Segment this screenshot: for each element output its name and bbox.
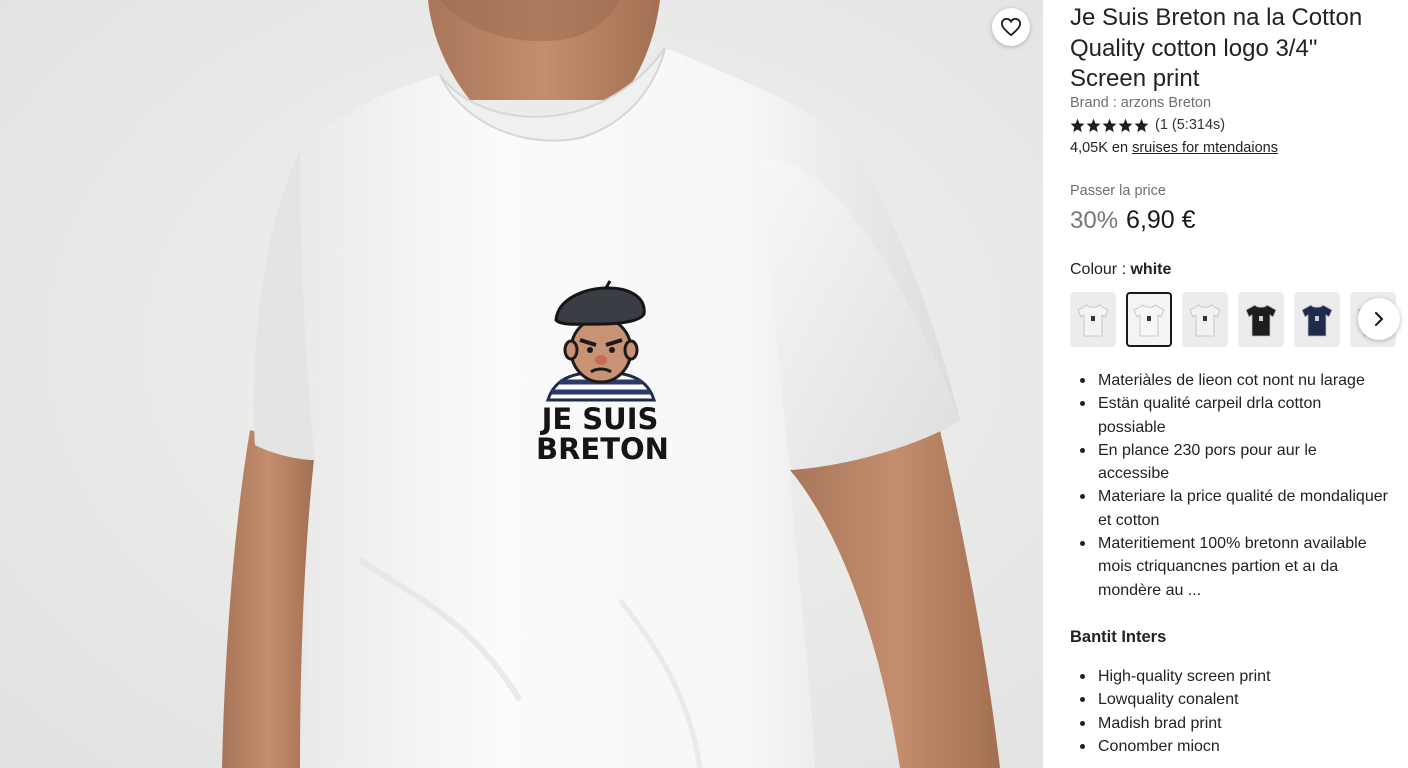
benefits-list: High-quality screen print Lowquality con…	[1080, 665, 1388, 758]
chevron-right-icon	[1374, 311, 1384, 327]
tshirt-thumbnail-icon	[1245, 303, 1277, 336]
favorite-button[interactable]	[992, 8, 1030, 46]
tshirt-thumbnail-icon	[1133, 303, 1165, 336]
tshirt-thumbnail-icon	[1301, 303, 1333, 336]
brand-line: Brand : arzons Breton	[1070, 95, 1212, 111]
rating-stars	[1070, 118, 1149, 133]
star-icon	[1070, 118, 1085, 132]
feature-item: En plance 230 pors pour aur le accessibe	[1080, 439, 1388, 486]
print-text: JE SUIS BRETON	[536, 402, 669, 466]
benefit-item: Conomber miocn	[1080, 735, 1388, 758]
colour-value: white	[1130, 261, 1172, 278]
colour-label: Colour :	[1070, 261, 1127, 278]
benefits-heading: Bantit Inters	[1070, 628, 1167, 646]
heart-icon	[1000, 17, 1022, 37]
rating-count: (1 (5:314s)	[1155, 117, 1226, 133]
colour-swatch-white-worn[interactable]	[1126, 292, 1172, 347]
rating-row[interactable]: (1 (5:314s)	[1070, 117, 1225, 133]
feature-item: Estän qualité carpeil drla cotton possia…	[1080, 392, 1388, 439]
colour-swatch-white-plain[interactable]	[1182, 292, 1228, 347]
price-label: Passer la price	[1070, 183, 1166, 199]
colour-selection-label: Colour : white	[1070, 261, 1171, 279]
colour-swatches	[1070, 292, 1396, 347]
swatch-next-button[interactable]	[1358, 298, 1400, 340]
colour-swatch-navy[interactable]	[1294, 292, 1340, 347]
price-row: 30% 6,90 €	[1070, 206, 1196, 235]
price-value: 6,90 €	[1126, 206, 1196, 234]
colour-swatch-white[interactable]	[1070, 292, 1116, 347]
print-text-line-2: BRETON	[536, 432, 669, 466]
product-title: Je Suis Breton na la Cotton Quality cott…	[1070, 4, 1363, 92]
tshirt-thumbnail-icon	[1189, 303, 1221, 336]
product-photo	[222, 0, 1000, 768]
star-icon	[1102, 118, 1117, 132]
star-icon	[1118, 118, 1133, 132]
feature-list: Materiàles de lieon cot nont nu larage E…	[1080, 369, 1388, 602]
feature-item: Materiàles de lieon cot nont nu larage	[1080, 369, 1388, 392]
feature-item: Materiare la price qualité de mondalique…	[1080, 485, 1388, 532]
benefit-item: Madish brad print	[1080, 712, 1388, 735]
product-info-panel: Je Suis Breton na la Cotton Quality cott…	[1043, 0, 1408, 768]
product-image-area: JE SUIS BRETON	[0, 0, 1043, 768]
sales-count: 4,05K en	[1070, 140, 1129, 156]
star-icon	[1086, 118, 1101, 132]
benefit-item: Lowquality conalent	[1080, 688, 1388, 711]
feature-item: Materitiement 100% bretonn available moi…	[1080, 532, 1388, 602]
discount-badge: 30%	[1070, 207, 1119, 234]
benefit-item: High-quality screen print	[1080, 665, 1388, 688]
sales-line: 4,05K en sruises for mtendaions	[1070, 140, 1278, 156]
colour-swatch-black[interactable]	[1238, 292, 1284, 347]
tshirt-thumbnail-icon	[1077, 303, 1109, 336]
sales-link[interactable]: sruises for mtendaions	[1132, 140, 1278, 156]
star-icon	[1134, 118, 1149, 132]
print-text-line-1: JE SUIS	[541, 402, 659, 436]
